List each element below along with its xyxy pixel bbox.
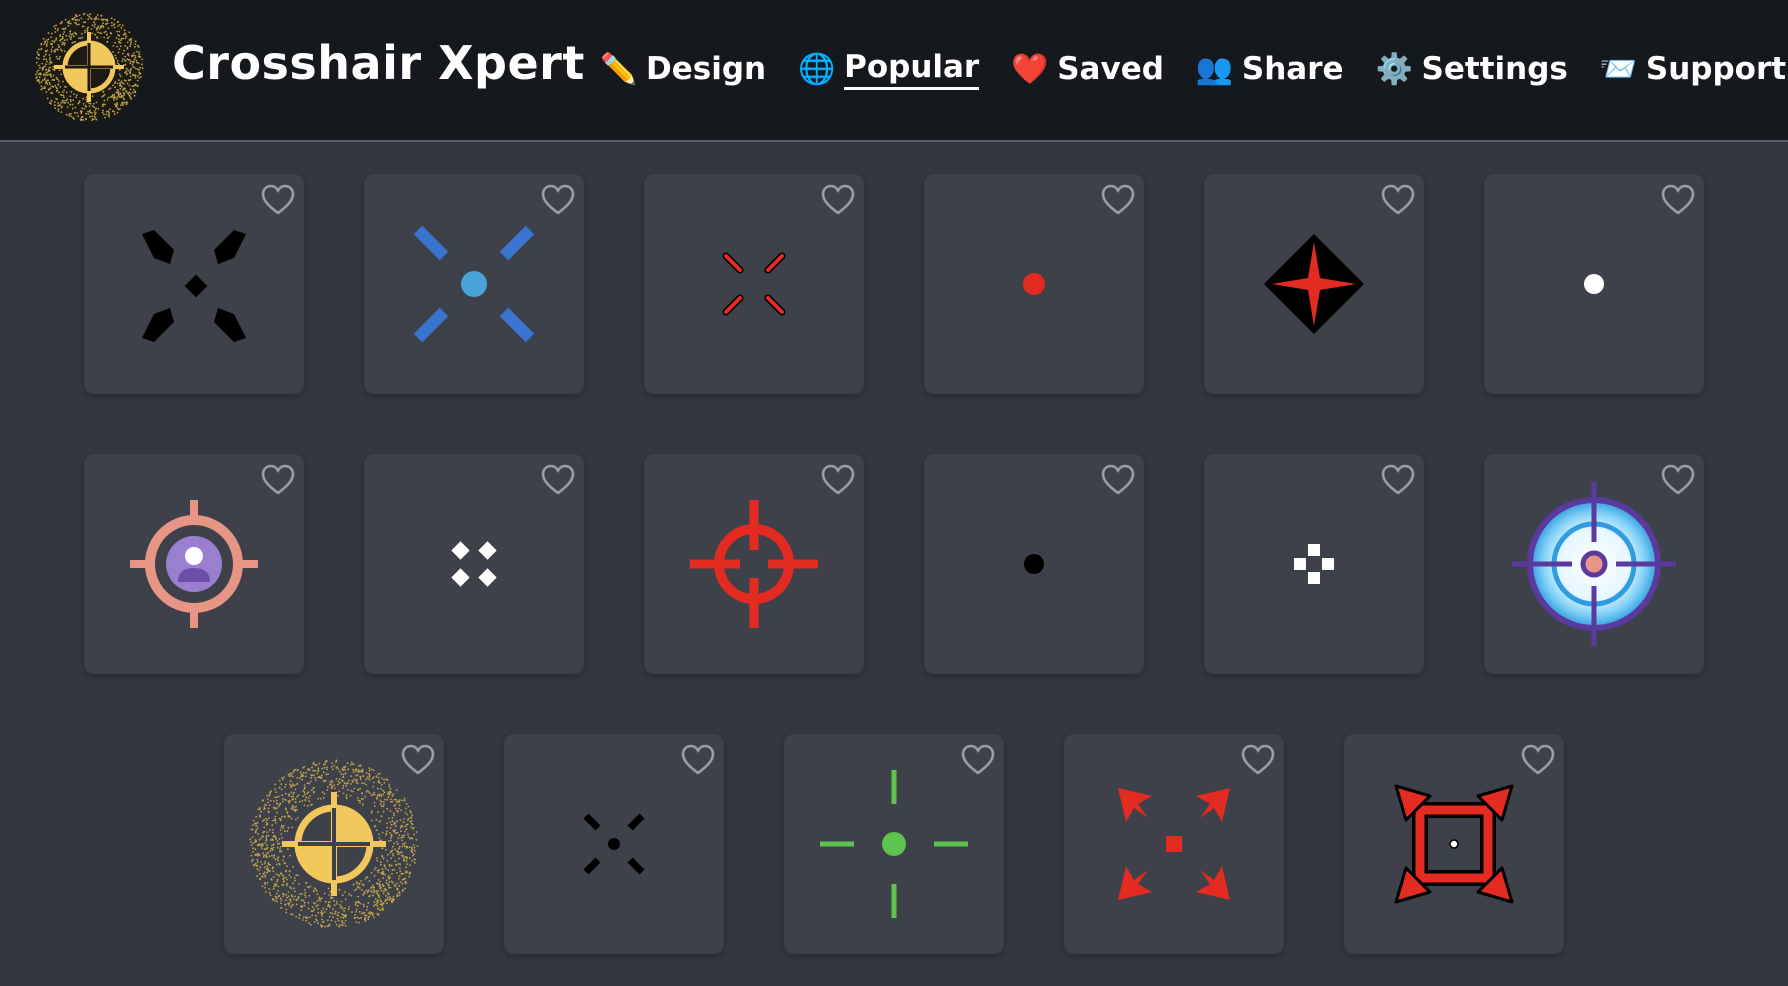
crosshair-tile-red-black-diamond[interactable] (1204, 174, 1424, 394)
nav-design[interactable]: ✏️ Design (600, 44, 766, 94)
nav-share-label: Share (1241, 51, 1344, 87)
nav-saved-label: Saved (1057, 51, 1164, 87)
favorite-heart-icon[interactable] (960, 742, 996, 778)
crosshair-tile-red-scope[interactable] (644, 454, 864, 674)
favorite-heart-icon[interactable] (540, 462, 576, 498)
crosshair-tile-purple-blue-target[interactable] (1484, 454, 1704, 674)
crosshair-tile-green-cross-dot[interactable] (784, 734, 1004, 954)
nav-saved[interactable]: ❤️ Saved (1011, 44, 1164, 94)
crosshair-logo-icon[interactable] (32, 10, 146, 124)
nav-support[interactable]: 📨 Support (1600, 44, 1786, 94)
favorite-heart-icon[interactable] (820, 182, 856, 218)
favorite-heart-icon[interactable] (540, 182, 576, 218)
pencil-icon: ✏️ (600, 51, 638, 87)
favorite-heart-icon[interactable] (1100, 182, 1136, 218)
crosshair-tile-red-frame-square[interactable] (1344, 734, 1564, 954)
nav-popular-label: Popular (844, 49, 980, 90)
gear-icon: ⚙️ (1375, 51, 1413, 87)
crosshair-tile-pink-ring-avatar[interactable] (84, 454, 304, 674)
envelope-icon: 📨 (1599, 51, 1638, 87)
crosshair-grid (0, 142, 1788, 986)
crosshair-tile-black-x-dot[interactable] (84, 174, 304, 394)
favorite-heart-icon[interactable] (680, 742, 716, 778)
favorite-heart-icon[interactable] (820, 462, 856, 498)
crosshair-tile-blue-x-dot[interactable] (364, 174, 584, 394)
favorite-heart-icon[interactable] (1520, 742, 1556, 778)
crosshair-tile-gold-sparkle-scope[interactable] (224, 734, 444, 954)
nav-settings[interactable]: ⚙️ Settings (1376, 44, 1568, 94)
favorite-heart-icon[interactable] (1660, 182, 1696, 218)
crosshair-tile-white-plus-squares[interactable] (1204, 454, 1424, 674)
favorite-heart-icon[interactable] (1380, 462, 1416, 498)
app-title: Crosshair Xpert (172, 36, 585, 90)
nav-popular[interactable]: 🌐 Popular (798, 44, 980, 94)
nav-support-label: Support (1645, 51, 1787, 87)
heart-icon: ❤️ (1011, 51, 1049, 87)
crosshair-tile-red-small-x[interactable] (644, 174, 864, 394)
main-nav: ✏️ Design 🌐 Popular ❤️ Saved 👥 Share ⚙️ … (600, 44, 1786, 94)
crosshair-tile-red-dot[interactable] (924, 174, 1144, 394)
favorite-heart-icon[interactable] (260, 182, 296, 218)
crosshair-tile-black-small-x-dot[interactable] (504, 734, 724, 954)
crosshair-tile-white-small-x[interactable] (364, 454, 584, 674)
people-icon: 👥 (1195, 51, 1234, 87)
favorite-heart-icon[interactable] (400, 742, 436, 778)
crosshair-tile-white-dot[interactable] (1484, 174, 1704, 394)
crosshair-tile-red-arrows-square[interactable] (1064, 734, 1284, 954)
favorite-heart-icon[interactable] (1240, 742, 1276, 778)
nav-share[interactable]: 👥 Share (1196, 44, 1344, 94)
favorite-heart-icon[interactable] (1100, 462, 1136, 498)
nav-design-label: Design (646, 51, 767, 87)
app-header: Crosshair Xpert ✏️ Design 🌐 Popular ❤️ S… (0, 0, 1788, 142)
crosshair-tile-black-dot[interactable] (924, 454, 1144, 674)
favorite-heart-icon[interactable] (1660, 462, 1696, 498)
favorite-heart-icon[interactable] (1380, 182, 1416, 218)
nav-settings-label: Settings (1421, 51, 1568, 87)
globe-icon: 🌐 (798, 51, 836, 87)
favorite-heart-icon[interactable] (260, 462, 296, 498)
